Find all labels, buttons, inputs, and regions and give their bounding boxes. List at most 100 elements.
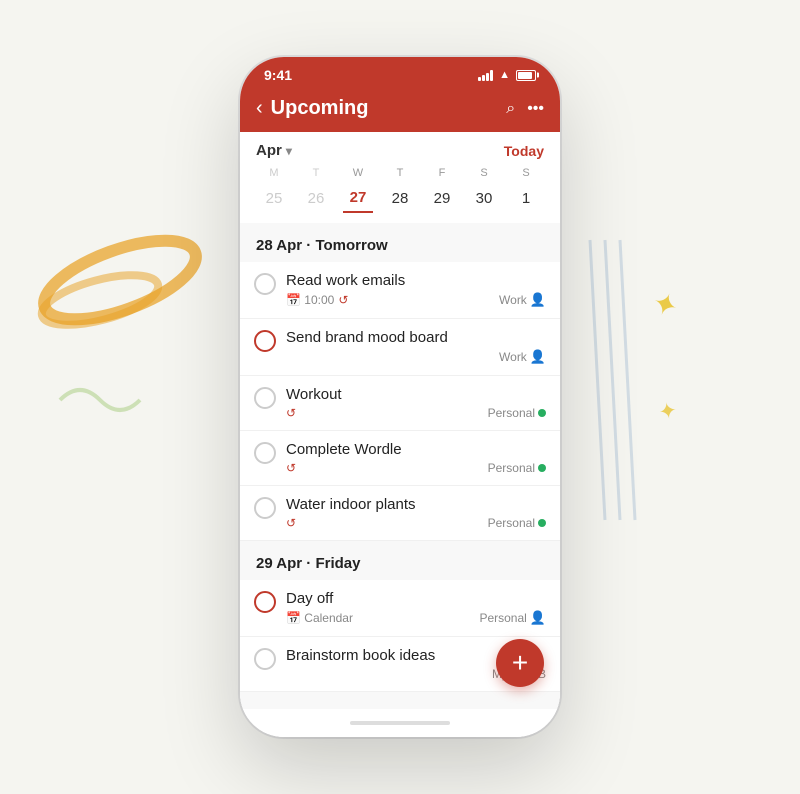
day-label: S [480, 167, 487, 179]
calendar-day[interactable]: S 30 [466, 167, 502, 213]
task-checkbox[interactable] [254, 497, 276, 519]
task-item[interactable]: Workout ↺ Personal [240, 376, 560, 431]
wifi-icon: ▲ [499, 69, 510, 81]
day-label: T [397, 167, 404, 179]
task-checkbox[interactable] [254, 442, 276, 464]
calendar-day[interactable]: M 25 [256, 167, 292, 213]
calendar-icon: 📅 Calendar [286, 611, 353, 625]
task-body: Day off 📅 Calendar Personal 👤 [286, 590, 546, 626]
task-item[interactable]: Read work emails 📅 10:00 ↺ Work👤 [240, 262, 560, 319]
task-sub: 📅 10:00 ↺ [286, 293, 348, 307]
calendar-day[interactable]: S1 [508, 167, 544, 213]
status-icons: ▲ [478, 69, 536, 81]
day-label: S [522, 167, 529, 179]
month-row: Apr ▾ Today [256, 142, 544, 159]
task-list-scroll[interactable]: 28 Apr · TomorrowRead work emails📅 10:00… [240, 223, 560, 709]
task-checkbox[interactable] [254, 648, 276, 670]
tag-label: Personal [488, 406, 535, 420]
calendar-day[interactable]: T 28 [382, 167, 418, 213]
task-title: Workout [286, 386, 546, 403]
back-button[interactable]: ‹ [256, 97, 263, 120]
month-selector[interactable]: Apr ▾ [256, 142, 292, 159]
tag-label: Personal [488, 516, 535, 530]
task-meta: 📅 10:00 ↺ Work👤 [286, 292, 546, 308]
page-title: Upcoming [271, 97, 369, 120]
search-icon[interactable]: ⌕ [506, 100, 515, 118]
task-body: Read work emails 📅 10:00 ↺ Work👤 [286, 272, 546, 308]
tag-label: Work [499, 293, 527, 307]
task-tag: Personal [488, 516, 546, 530]
task-title: Day off [286, 590, 546, 607]
day-number: 25 [259, 183, 289, 213]
task-body: Complete Wordle↺Personal [286, 441, 546, 475]
task-sub: ↺ [286, 516, 296, 530]
task-tag: Work👤 [499, 292, 546, 308]
task-title: Send brand mood board [286, 329, 546, 346]
day-number: 29 [427, 183, 457, 213]
calendar-day[interactable]: F29 [424, 167, 460, 213]
task-title: Complete Wordle [286, 441, 546, 458]
month-chevron-icon: ▾ [286, 144, 292, 158]
task-title: Water indoor plants [286, 496, 546, 513]
day-number: 28 [385, 183, 415, 213]
day-label: M [269, 167, 278, 179]
task-tag: Personal [488, 461, 546, 475]
tag-label: Personal [479, 611, 526, 625]
calendar-day[interactable]: W 27 [340, 167, 376, 213]
add-task-button[interactable]: + [496, 639, 544, 687]
task-body: Send brand mood board Work👤 [286, 329, 546, 365]
month-label-text: Apr [256, 142, 282, 159]
task-item[interactable]: Water indoor plants ↺ Personal [240, 486, 560, 541]
signal-icon [478, 70, 493, 81]
tag-label: Work [499, 350, 527, 364]
day-number: 27 [343, 183, 373, 213]
day-label: W [353, 167, 363, 179]
task-meta: Work👤 [286, 349, 546, 365]
home-indicator [240, 709, 560, 737]
phone-frame: 9:41 ▲ ‹ Upcoming ⌕ ••• Apr ▾ Tod [240, 57, 560, 737]
task-tag: Personal 👤 [479, 610, 546, 626]
battery-fill [518, 72, 532, 79]
tag-dot-icon [538, 409, 546, 417]
home-bar [350, 721, 450, 725]
tag-person-icon: 👤 [530, 349, 546, 365]
day-number: 30 [469, 183, 499, 213]
task-checkbox[interactable] [254, 591, 276, 613]
add-icon: + [512, 647, 528, 679]
task-checkbox[interactable] [254, 387, 276, 409]
task-title: Read work emails [286, 272, 546, 289]
tag-label: Personal [488, 461, 535, 475]
task-item[interactable]: Complete Wordle↺Personal [240, 431, 560, 486]
calendar-section: Apr ▾ Today M25T26W27T28F29S30S1 [240, 132, 560, 223]
task-body: Water indoor plants ↺ Personal [286, 496, 546, 530]
day-number: 26 [301, 183, 331, 213]
repeat-icon: ↺ [338, 293, 348, 307]
repeat-icon: ↺ [286, 406, 296, 420]
day-number: 1 [511, 183, 541, 213]
today-button[interactable]: Today [504, 143, 544, 159]
section-header: 29 Apr · Friday [240, 541, 560, 580]
status-time: 9:41 [264, 67, 292, 83]
days-row: M25T26W27T28F29S30S1 [256, 167, 544, 223]
more-options-icon[interactable]: ••• [527, 100, 544, 118]
task-checkbox[interactable] [254, 330, 276, 352]
tag-person-icon: 👤 [530, 292, 546, 308]
calendar-day[interactable]: T 26 [298, 167, 334, 213]
task-sub: ↺ [286, 406, 296, 420]
task-checkbox[interactable] [254, 273, 276, 295]
task-item[interactable]: Day off 📅 Calendar Personal 👤 [240, 580, 560, 637]
status-bar: 9:41 ▲ [240, 57, 560, 89]
task-meta: ↺ Personal [286, 406, 546, 420]
task-item[interactable]: Send brand mood board Work👤 [240, 319, 560, 376]
battery-icon [516, 70, 536, 81]
header-right: ⌕ ••• [506, 100, 544, 118]
day-label: T [313, 167, 320, 179]
task-body: Workout ↺ Personal [286, 386, 546, 420]
app-header: ‹ Upcoming ⌕ ••• [240, 89, 560, 132]
tag-person-icon: 👤 [530, 610, 546, 626]
task-time: 📅 10:00 [286, 293, 334, 307]
task-meta: 📅 Calendar Personal 👤 [286, 610, 546, 626]
svg-text:✦: ✦ [648, 286, 683, 326]
header-left: ‹ Upcoming [256, 97, 368, 120]
svg-text:✦: ✦ [657, 397, 679, 425]
